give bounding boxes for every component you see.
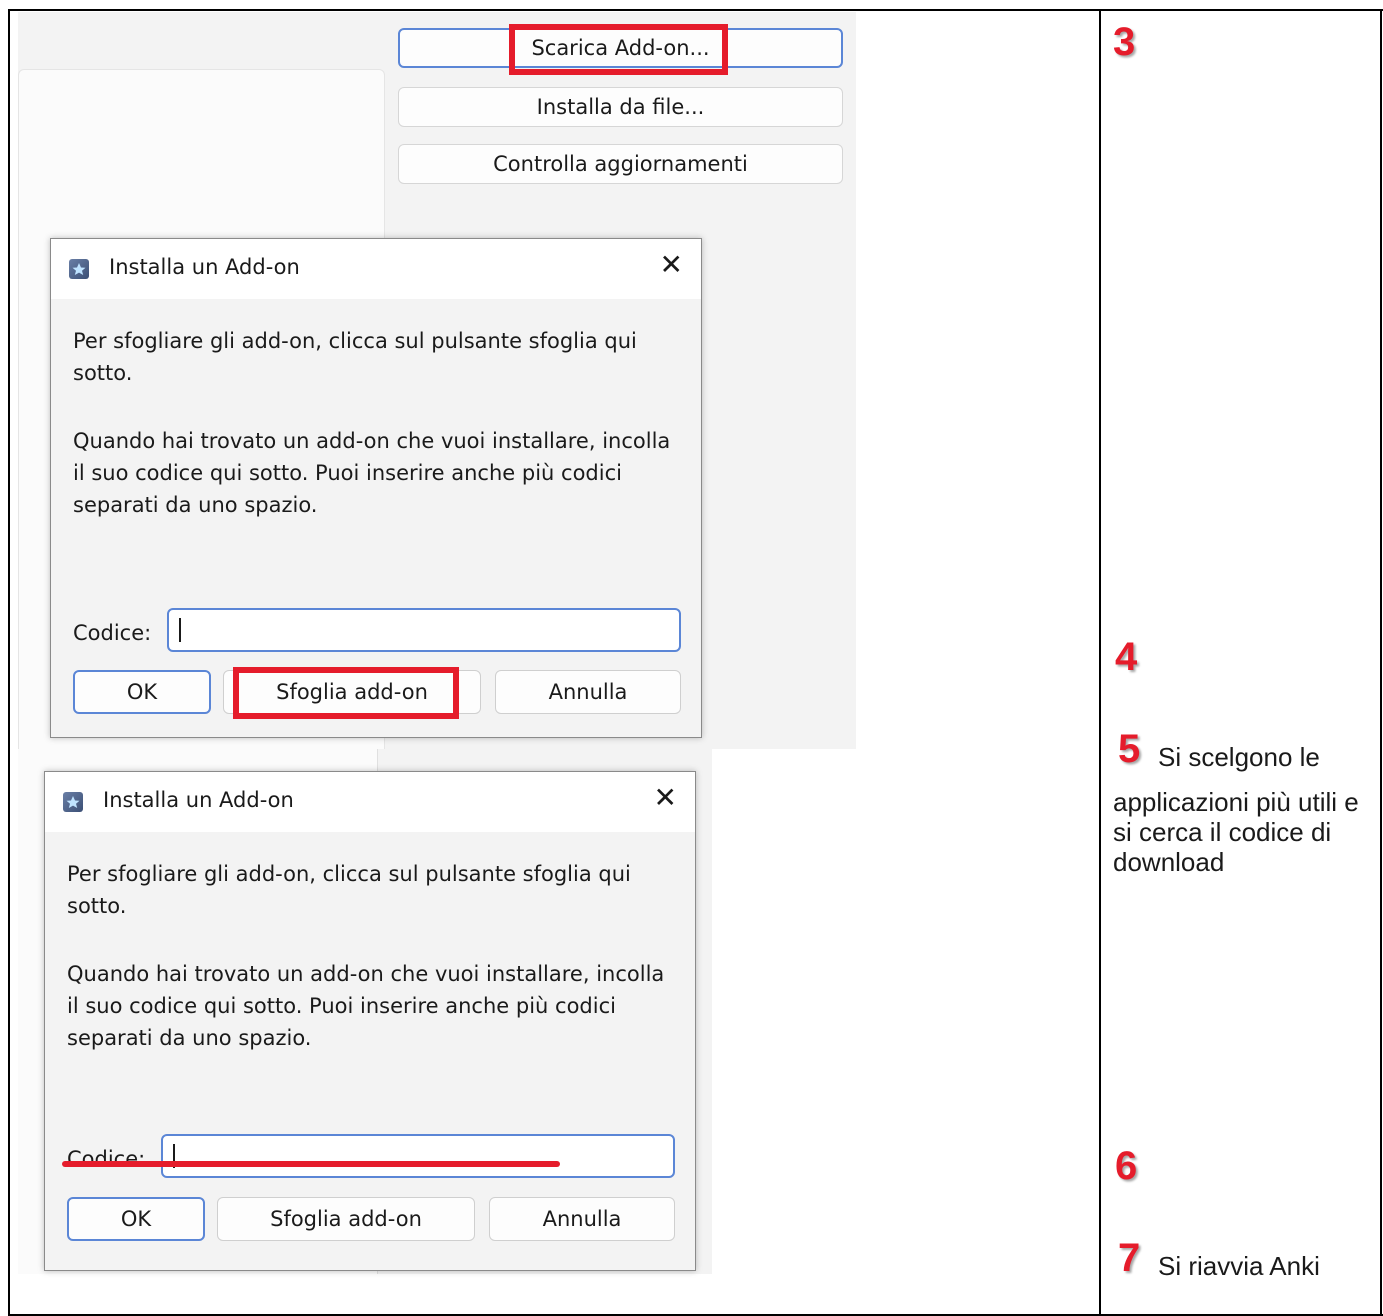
cancel-button[interactable]: Annulla xyxy=(489,1197,675,1241)
dialog-titlebar: Installa un Add-on ✕ xyxy=(51,239,701,299)
dialog-titlebar: Installa un Add-on ✕ xyxy=(45,772,695,832)
dialog-paragraph-2: Quando hai trovato un add-on che vuoi in… xyxy=(73,429,671,517)
code-input[interactable] xyxy=(167,608,681,652)
highlight-download-addon xyxy=(509,24,728,75)
table-border-right xyxy=(1380,9,1382,1316)
dialog-title: Installa un Add-on xyxy=(103,788,294,812)
close-icon[interactable]: ✕ xyxy=(660,251,683,279)
step-number-4: 4 xyxy=(1115,635,1138,679)
dialog-paragraph-1: Per sfogliare gli add-on, clicca sul pul… xyxy=(67,862,631,918)
cancel-button[interactable]: Annulla xyxy=(495,670,681,714)
dialog-paragraph-1: Per sfogliare gli add-on, clicca sul pul… xyxy=(73,329,637,385)
dialog-paragraph-2: Quando hai trovato un add-on che vuoi in… xyxy=(67,962,665,1050)
code-input[interactable] xyxy=(161,1134,675,1178)
check-updates-button[interactable]: Controlla aggiornamenti xyxy=(398,144,843,184)
dialog-title: Installa un Add-on xyxy=(109,255,300,279)
table-border-left xyxy=(8,9,10,1316)
highlight-code-underline xyxy=(62,1161,560,1167)
highlight-browse-addons xyxy=(233,667,459,719)
install-addon-dialog-2: Installa un Add-on ✕ Per sfogliare gli a… xyxy=(44,771,696,1271)
step-number-3: 3 xyxy=(1113,20,1136,64)
anki-app-icon xyxy=(63,792,83,812)
anki-app-icon xyxy=(69,259,89,279)
step-number-5: 5 xyxy=(1118,727,1141,771)
install-addon-dialog-1: Installa un Add-on ✕ Per sfogliare gli a… xyxy=(50,238,702,738)
code-label: Codice: xyxy=(73,621,152,645)
code-label: Codice: xyxy=(67,1147,146,1171)
ok-button[interactable]: OK xyxy=(73,670,211,714)
install-from-file-button[interactable]: Installa da file... xyxy=(398,87,843,127)
text-caret xyxy=(179,618,181,642)
step-number-7: 7 xyxy=(1118,1236,1141,1280)
ok-button[interactable]: OK xyxy=(67,1197,205,1241)
step-7-text: Si riavvia Anki xyxy=(1158,1251,1320,1281)
step-5-text-line1: Si scelgono le xyxy=(1158,742,1320,772)
browse-addons-button[interactable]: Sfoglia add-on xyxy=(217,1197,475,1241)
step-number-6: 6 xyxy=(1115,1144,1138,1188)
close-icon[interactable]: ✕ xyxy=(654,784,677,812)
table-border-middle xyxy=(1099,9,1101,1316)
step-5-text-rest: applicazioni più utili e si cerca il cod… xyxy=(1113,787,1359,877)
table-border-top xyxy=(8,9,1383,11)
